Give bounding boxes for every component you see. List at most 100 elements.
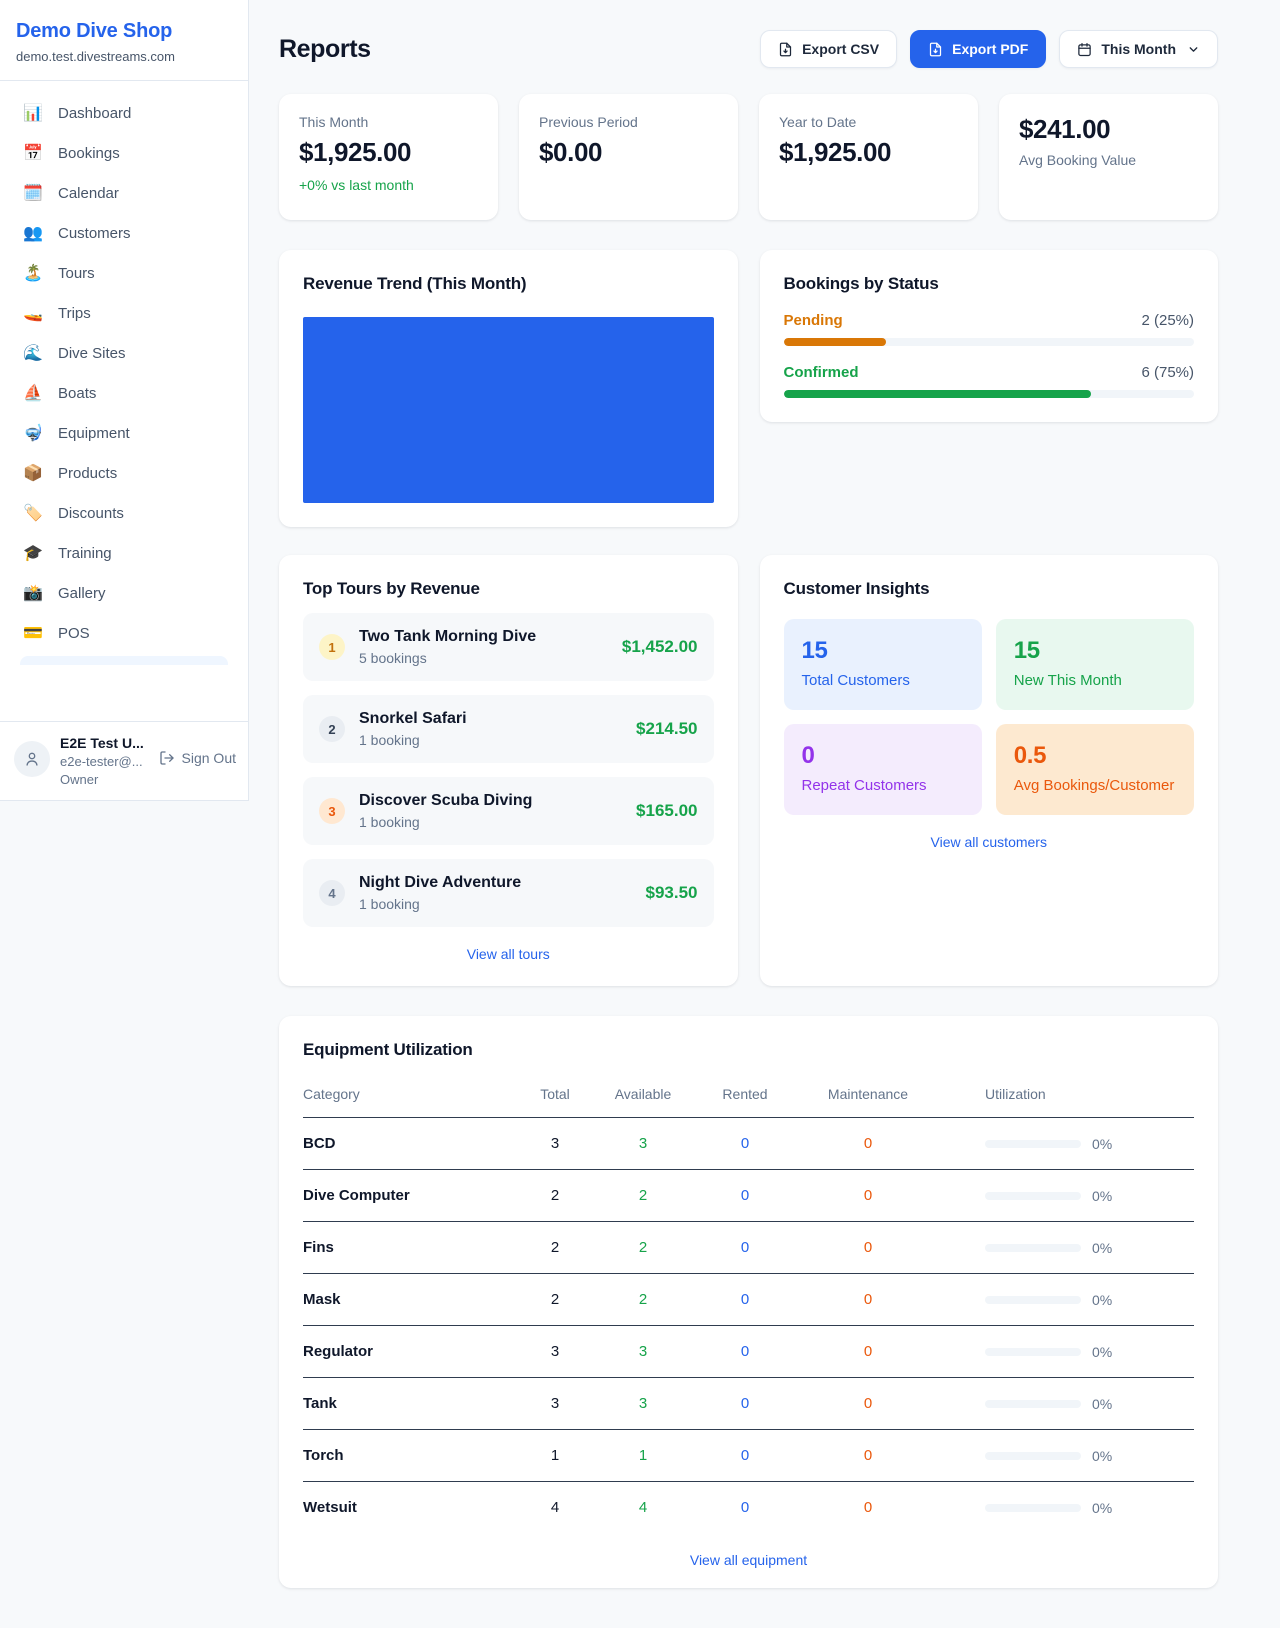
sidebar-item-label: Tours xyxy=(58,265,95,282)
equipment-utilization-card: Equipment Utilization Category Total Ava… xyxy=(279,1016,1218,1588)
revenue-trend-title: Revenue Trend (This Month) xyxy=(303,274,714,294)
sidebar-item-label: Discounts xyxy=(58,505,124,522)
tour-revenue: $93.50 xyxy=(646,883,698,903)
cell-total: 2 xyxy=(519,1274,591,1326)
cell-utilization: 0% xyxy=(941,1274,1194,1326)
column-header-rented: Rented xyxy=(695,1074,795,1118)
rank-badge: 4 xyxy=(319,880,345,906)
column-header-available: Available xyxy=(591,1074,695,1118)
tour-row: 2 Snorkel Safari 1 booking $214.50 xyxy=(303,695,714,763)
bookings-by-status-title: Bookings by Status xyxy=(784,274,1195,294)
export-pdf-button[interactable]: Export PDF xyxy=(910,30,1046,68)
person-icon xyxy=(23,750,41,768)
cell-utilization: 0% xyxy=(941,1430,1194,1482)
utilization-percent: 0% xyxy=(1092,1188,1112,1204)
main-content: Reports Export CSV Export PDF This Month… xyxy=(249,0,1280,1628)
cell-utilization: 0% xyxy=(941,1118,1194,1170)
shop-name: Demo Dive Shop xyxy=(16,20,230,43)
sidebar-item-trips[interactable]: 🚤 Trips xyxy=(10,293,238,333)
customer-insights-card: Customer Insights 15 Total Customers 15 … xyxy=(760,555,1219,986)
sidebar-item-label: Calendar xyxy=(58,185,119,202)
cell-available: 3 xyxy=(591,1326,695,1378)
equipment-row: Wetsuit 4 4 0 0 0% xyxy=(303,1482,1194,1534)
sidebar-item-gallery[interactable]: 📸 Gallery xyxy=(10,573,238,613)
customer-insights-title: Customer Insights xyxy=(784,579,1195,599)
sidebar-item-bookings[interactable]: 📅 Bookings xyxy=(10,133,238,173)
period-dropdown[interactable]: This Month xyxy=(1059,30,1218,68)
utilization-percent: 0% xyxy=(1092,1448,1112,1464)
user-role: Owner xyxy=(60,772,149,787)
utilization-bar xyxy=(985,1400,1081,1408)
column-header-utilization: Utilization xyxy=(941,1074,1194,1118)
equipment-row: Fins 2 2 0 0 0% xyxy=(303,1222,1194,1274)
user-name: E2E Test U... xyxy=(60,735,149,751)
progress-fill-pending xyxy=(784,338,887,346)
cell-maintenance: 0 xyxy=(795,1378,941,1430)
utilization-bar xyxy=(985,1348,1081,1356)
cell-category: Regulator xyxy=(303,1326,519,1378)
equipment-table-header: Category Total Available Rented Maintena… xyxy=(303,1074,1194,1118)
export-csv-label: Export CSV xyxy=(802,41,879,57)
sidebar-item-label: Customers xyxy=(58,225,131,242)
status-count: 6 (75%) xyxy=(1141,364,1194,381)
cell-rented: 0 xyxy=(695,1326,795,1378)
cell-rented: 0 xyxy=(695,1170,795,1222)
view-all-equipment-link[interactable]: View all equipment xyxy=(303,1552,1194,1568)
tour-name: Night Dive Adventure xyxy=(359,874,632,892)
file-download-icon xyxy=(778,42,793,57)
cell-total: 2 xyxy=(519,1222,591,1274)
view-all-tours-link[interactable]: View all tours xyxy=(303,946,714,962)
tile-value: 15 xyxy=(802,637,964,665)
status-row-pending: Pending 2 (25%) xyxy=(784,312,1195,346)
sidebar-item-dive-sites[interactable]: 🌊 Dive Sites xyxy=(10,333,238,373)
cell-total: 1 xyxy=(519,1430,591,1482)
cell-rented: 0 xyxy=(695,1482,795,1534)
tile-value: 0 xyxy=(802,742,964,770)
view-all-customers-link[interactable]: View all customers xyxy=(784,834,1195,850)
sign-out-button[interactable]: Sign Out xyxy=(159,750,236,766)
utilization-percent: 0% xyxy=(1092,1136,1112,1152)
insight-tile-total-customers: 15 Total Customers xyxy=(784,619,982,710)
sidebar-item-tours[interactable]: 🏝️ Tours xyxy=(10,253,238,293)
equipment-row: Tank 3 3 0 0 0% xyxy=(303,1378,1194,1430)
calendar-icon xyxy=(1077,42,1092,57)
sidebar-item-boats[interactable]: ⛵ Boats xyxy=(10,373,238,413)
package-icon: 📦 xyxy=(22,463,44,483)
cell-rented: 0 xyxy=(695,1118,795,1170)
utilization-percent: 0% xyxy=(1092,1292,1112,1308)
sidebar-item-label: Trips xyxy=(58,305,91,322)
cell-utilization: 0% xyxy=(941,1170,1194,1222)
sidebar-item-customers[interactable]: 👥 Customers xyxy=(10,213,238,253)
stat-label: This Month xyxy=(299,114,478,130)
cell-maintenance: 0 xyxy=(795,1222,941,1274)
export-csv-button[interactable]: Export CSV xyxy=(760,30,897,68)
column-header-total: Total xyxy=(519,1074,591,1118)
spiral-calendar-icon: 🗓️ xyxy=(22,183,44,203)
charts-row: Revenue Trend (This Month) Bookings by S… xyxy=(279,250,1218,527)
tile-label: Repeat Customers xyxy=(802,777,964,794)
sidebar-item-calendar[interactable]: 🗓️ Calendar xyxy=(10,173,238,213)
sidebar-item-discounts[interactable]: 🏷️ Discounts xyxy=(10,493,238,533)
people-icon: 👥 xyxy=(22,223,44,243)
tile-label: Total Customers xyxy=(802,672,964,689)
utilization-bar xyxy=(985,1192,1081,1200)
sidebar-item-reports-partial[interactable] xyxy=(20,656,228,665)
sidebar-item-dashboard[interactable]: 📊 Dashboard xyxy=(10,93,238,133)
sidebar-item-training[interactable]: 🎓 Training xyxy=(10,533,238,573)
header-actions: Export CSV Export PDF This Month xyxy=(760,30,1218,68)
island-icon: 🏝️ xyxy=(22,263,44,283)
stat-label: Previous Period xyxy=(539,114,718,130)
sailboat-icon: ⛵ xyxy=(22,383,44,403)
column-header-category: Category xyxy=(303,1074,519,1118)
cell-available: 3 xyxy=(591,1118,695,1170)
utilization-percent: 0% xyxy=(1092,1396,1112,1412)
sidebar-item-pos[interactable]: 💳 POS xyxy=(10,613,238,653)
cell-available: 2 xyxy=(591,1170,695,1222)
status-count: 2 (25%) xyxy=(1141,312,1194,329)
sidebar-item-products[interactable]: 📦 Products xyxy=(10,453,238,493)
cell-available: 2 xyxy=(591,1274,695,1326)
equipment-row: Torch 1 1 0 0 0% xyxy=(303,1430,1194,1482)
sidebar-item-label: Bookings xyxy=(58,145,120,162)
utilization-bar xyxy=(985,1504,1081,1512)
sidebar-item-equipment[interactable]: 🤿 Equipment xyxy=(10,413,238,453)
